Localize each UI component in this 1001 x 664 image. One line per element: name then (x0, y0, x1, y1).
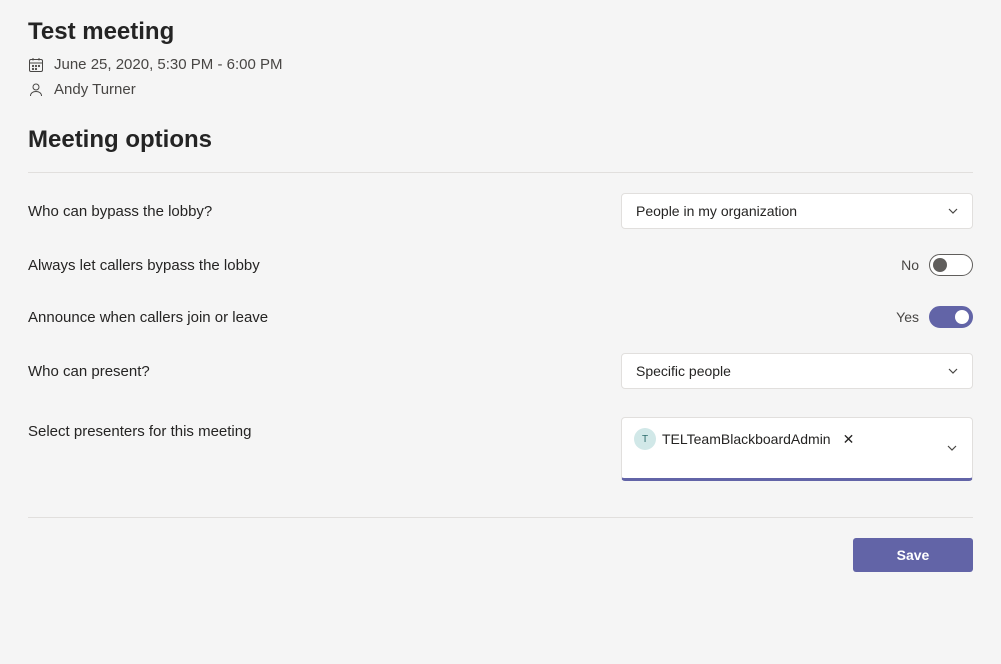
bypass-lobby-value: People in my organization (636, 203, 797, 219)
meeting-organizer: Andy Turner (54, 81, 136, 98)
option-present: Who can present? Specific people (28, 333, 973, 389)
option-callers-bypass: Always let callers bypass the lobby No (28, 229, 973, 281)
meeting-header: Test meeting June 25, 2020, 5:30 PM - 6:… (28, 18, 973, 98)
present-label: Who can present? (28, 363, 150, 380)
announce-toggle[interactable] (929, 306, 973, 328)
announce-state: Yes (896, 309, 919, 325)
toggle-knob (933, 258, 947, 272)
present-value: Specific people (636, 363, 731, 379)
meeting-organizer-row: Andy Turner (28, 81, 973, 98)
presenters-select[interactable]: T TELTeamBlackboardAdmin ✕ (621, 417, 973, 481)
meeting-datetime-row: June 25, 2020, 5:30 PM - 6:00 PM (28, 56, 973, 73)
footer-divider (28, 517, 973, 518)
person-icon (28, 82, 44, 98)
option-presenters: Select presenters for this meeting T TEL… (28, 389, 973, 481)
announce-label: Announce when callers join or leave (28, 309, 268, 326)
meeting-title: Test meeting (28, 18, 973, 46)
button-row: Save (28, 538, 973, 572)
announce-toggle-group: Yes (896, 306, 973, 328)
calendar-icon (28, 57, 44, 73)
present-select-wrap: Specific people (621, 353, 973, 389)
close-icon[interactable]: ✕ (839, 431, 859, 448)
presenters-label: Select presenters for this meeting (28, 417, 251, 440)
callers-bypass-toggle-group: No (901, 254, 973, 276)
meeting-datetime: June 25, 2020, 5:30 PM - 6:00 PM (54, 56, 282, 73)
toggle-knob (955, 310, 969, 324)
callers-bypass-toggle[interactable] (929, 254, 973, 276)
callers-bypass-label: Always let callers bypass the lobby (28, 257, 260, 274)
presenter-chip: T TELTeamBlackboardAdmin ✕ (632, 426, 862, 452)
bypass-lobby-label: Who can bypass the lobby? (28, 203, 212, 220)
present-select[interactable]: Specific people (621, 353, 973, 389)
callers-bypass-state: No (901, 257, 919, 273)
option-bypass-lobby: Who can bypass the lobby? People in my o… (28, 173, 973, 229)
bypass-lobby-select-wrap: People in my organization (621, 193, 973, 229)
presenter-name: TELTeamBlackboardAdmin (662, 431, 831, 447)
chevron-down-icon (946, 442, 958, 454)
option-announce: Announce when callers join or leave Yes (28, 281, 973, 333)
section-title: Meeting options (28, 126, 973, 154)
avatar: T (634, 428, 656, 450)
save-button[interactable]: Save (853, 538, 973, 572)
bypass-lobby-select[interactable]: People in my organization (621, 193, 973, 229)
